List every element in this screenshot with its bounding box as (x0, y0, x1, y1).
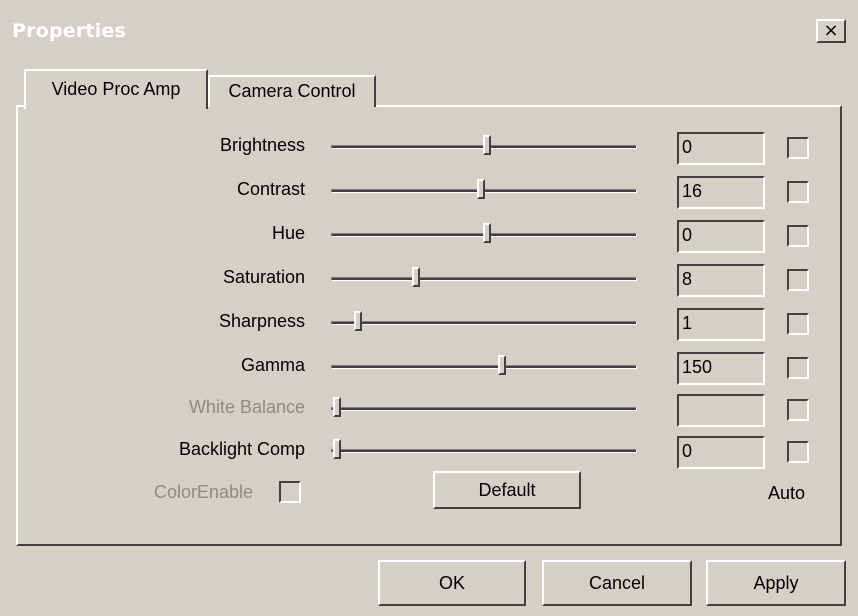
hue-auto-checkbox[interactable] (787, 225, 809, 247)
properties-dialog: Properties × Video Proc Amp Camera Contr… (0, 0, 858, 616)
control-row-sharpness: Sharpness 1 (0, 301, 858, 343)
gamma-slider-thumb[interactable] (497, 355, 506, 375)
brightness-slider-thumb[interactable] (482, 135, 491, 155)
title-bar: Properties × (8, 14, 858, 48)
control-row-backlight-comp: Backlight Comp 0 (0, 429, 858, 471)
default-button[interactable]: Default (433, 471, 581, 509)
tab-camera-control[interactable]: Camera Control (208, 75, 376, 107)
sharpness-auto-checkbox[interactable] (787, 313, 809, 335)
backlight-comp-value-field[interactable]: 0 (677, 436, 765, 469)
auto-column-label: Auto (768, 483, 806, 503)
control-row-saturation: Saturation 8 (0, 257, 858, 299)
control-row-white-balance: White Balance (0, 387, 858, 429)
contrast-slider-thumb[interactable] (477, 179, 486, 199)
cancel-button[interactable]: Cancel (542, 560, 692, 606)
gamma-auto-checkbox[interactable] (787, 357, 809, 379)
white-balance-slider-thumb[interactable] (333, 397, 341, 417)
white-balance-label: White Balance (188, 397, 305, 417)
saturation-value-field[interactable]: 8 (677, 264, 765, 297)
saturation-slider-track[interactable] (331, 277, 637, 281)
brightness-auto-checkbox[interactable] (787, 137, 809, 159)
apply-button[interactable]: Apply (706, 560, 846, 606)
color-enable-label: ColorEnable (154, 482, 254, 502)
backlight-comp-auto-checkbox[interactable] (787, 441, 809, 463)
white-balance-slider-track[interactable] (331, 407, 637, 411)
hue-value-field[interactable]: 0 (677, 220, 765, 253)
gamma-slider-track[interactable] (331, 365, 637, 369)
control-row-gamma: Gamma 150 (0, 345, 858, 387)
gamma-label: Gamma (240, 355, 305, 375)
backlight-comp-slider-track[interactable] (331, 449, 637, 453)
ok-button[interactable]: OK (378, 560, 526, 606)
control-row-hue: Hue 0 (0, 213, 858, 255)
backlight-comp-label: Backlight Comp (178, 439, 305, 459)
tab-video-proc-amp[interactable]: Video Proc Amp (24, 69, 208, 109)
sharpness-slider-track[interactable] (331, 321, 637, 325)
control-row-contrast: Contrast 16 (0, 169, 858, 211)
gamma-value-field[interactable]: 150 (677, 352, 765, 385)
contrast-label: Contrast (236, 179, 305, 199)
color-enable-checkbox[interactable] (279, 481, 301, 503)
white-balance-auto-checkbox[interactable] (787, 399, 809, 421)
contrast-auto-checkbox[interactable] (787, 181, 809, 203)
brightness-value-field[interactable]: 0 (677, 132, 765, 165)
saturation-label: Saturation (222, 267, 305, 287)
sharpness-value-field[interactable]: 1 (677, 308, 765, 341)
saturation-slider-thumb[interactable] (412, 267, 421, 287)
sharpness-label: Sharpness (218, 311, 305, 331)
hue-label: Hue (271, 223, 305, 243)
control-row-brightness: Brightness 0 (0, 125, 858, 167)
hue-slider-thumb[interactable] (482, 223, 491, 243)
white-balance-value-field[interactable] (677, 394, 765, 427)
backlight-comp-slider-thumb[interactable] (333, 439, 341, 459)
saturation-auto-checkbox[interactable] (787, 269, 809, 291)
close-button[interactable]: × (816, 19, 846, 43)
sharpness-slider-thumb[interactable] (353, 311, 362, 331)
contrast-value-field[interactable]: 16 (677, 176, 765, 209)
brightness-label: Brightness (219, 135, 305, 155)
dialog-title: Properties (12, 20, 126, 42)
